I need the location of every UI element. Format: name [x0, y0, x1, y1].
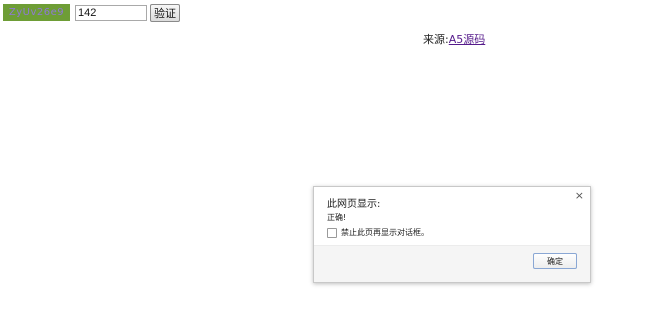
suppress-checkbox[interactable]	[327, 227, 337, 238]
ok-button[interactable]: 确定	[533, 253, 577, 269]
dialog-footer: 确定	[314, 245, 590, 282]
page: ZyUv26e9 验证 来源:A5源码 × 此网页显示: 正确! 禁止此页再显示…	[0, 0, 650, 330]
suppress-dialogs-option[interactable]: 禁止此页再显示对话框。	[327, 227, 429, 238]
dialog-message: 正确!	[327, 213, 347, 222]
captcha-image[interactable]: ZyUv26e9	[3, 4, 70, 21]
source-link[interactable]: A5源码	[449, 33, 486, 46]
alert-dialog: × 此网页显示: 正确! 禁止此页再显示对话框。 确定	[313, 186, 591, 283]
captcha-text: ZyUv26e9	[8, 7, 65, 18]
suppress-label: 禁止此页再显示对话框。	[341, 228, 429, 237]
source-line: 来源:A5源码	[423, 31, 485, 47]
verify-button[interactable]: 验证	[150, 4, 180, 22]
dialog-title: 此网页显示:	[327, 199, 381, 210]
source-label: 来源:	[423, 33, 449, 46]
captcha-input[interactable]	[75, 5, 147, 21]
close-icon[interactable]: ×	[575, 190, 584, 202]
